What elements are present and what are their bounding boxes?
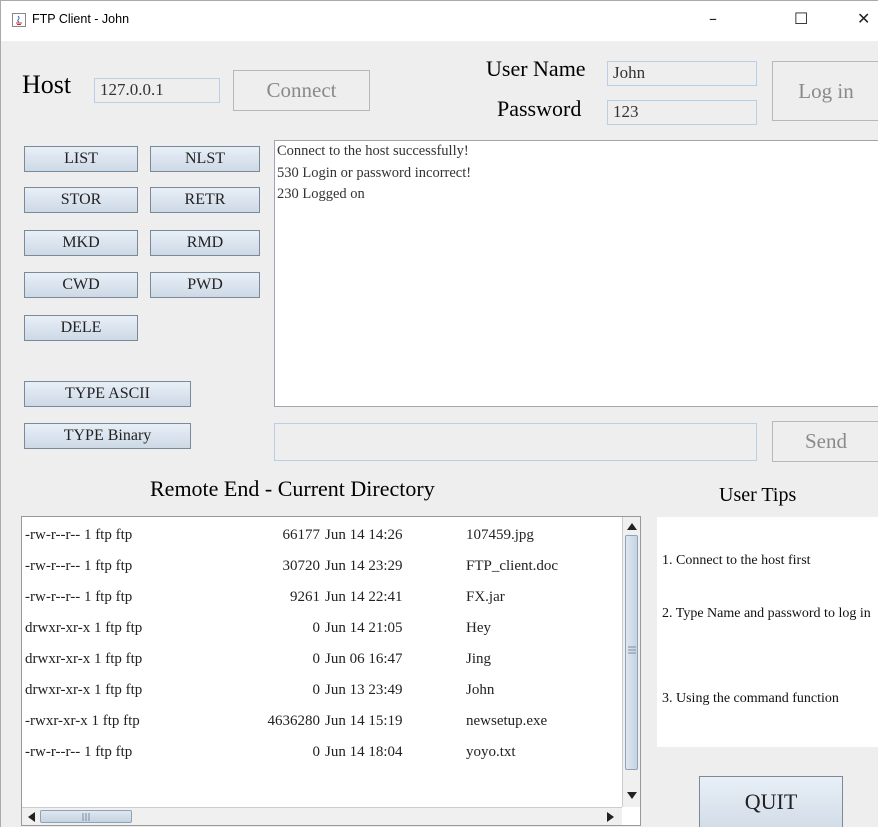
list-button[interactable]: LIST [24, 146, 138, 172]
vertical-scrollbar[interactable] [622, 517, 640, 807]
password-field[interactable]: 123 [607, 100, 757, 125]
file-permissions: -rw-r--r-- 1 ftp ftp [25, 744, 133, 760]
command-input[interactable] [274, 423, 757, 461]
file-permissions: -rw-r--r-- 1 ftp ftp [25, 589, 133, 605]
username-label: User Name [486, 56, 586, 81]
cwd-button[interactable]: CWD [24, 272, 138, 298]
file-date: Jun 14 14:26 [325, 527, 403, 543]
message-line: 530 Login or password incorrect! [277, 164, 472, 181]
remote-directory-title: Remote End - Current Directory [150, 476, 435, 501]
close-button[interactable]: ✕ [857, 9, 870, 28]
file-date: Jun 06 16:47 [325, 651, 403, 667]
window-title: FTP Client - John [32, 12, 130, 26]
file-size: 66177 [282, 527, 321, 543]
file-size: 30720 [282, 558, 321, 574]
file-name: Jing [466, 651, 492, 667]
scroll-up-arrow-icon[interactable] [626, 521, 638, 531]
file-size: 0 [312, 682, 321, 698]
file-size: 4636280 [267, 713, 321, 729]
file-name: 107459.jpg [466, 527, 534, 543]
file-name: yoyo.txt [466, 744, 516, 760]
file-date: Jun 14 18:04 [325, 744, 403, 760]
type-binary-button[interactable]: TYPE Binary [24, 423, 191, 449]
file-date: Jun 14 21:05 [325, 620, 403, 636]
title-bar: FTP Client - John – ☐ ✕ [1, 1, 878, 41]
scroll-right-arrow-icon[interactable] [606, 811, 616, 823]
file-name: John [466, 682, 495, 698]
user-tips-panel: 1. Connect to the host first 2. Type Nam… [657, 517, 878, 747]
file-permissions: -rw-r--r-- 1 ftp ftp [25, 527, 133, 543]
stor-button[interactable]: STOR [24, 187, 138, 213]
send-button[interactable]: Send [772, 421, 878, 462]
file-size: 0 [312, 744, 321, 760]
tip-item: 1. Connect to the host first [662, 553, 811, 568]
scroll-down-arrow-icon[interactable] [626, 791, 638, 801]
vertical-scroll-thumb[interactable] [625, 535, 638, 770]
grip-icon [628, 646, 636, 654]
file-size: 0 [312, 651, 321, 667]
quit-button[interactable]: QUIT [699, 776, 843, 827]
dele-button[interactable]: DELE [24, 315, 138, 341]
file-name: newsetup.exe [466, 713, 548, 729]
user-tips-title: User Tips [719, 484, 797, 506]
connect-button[interactable]: Connect [233, 70, 370, 111]
tip-item: 2. Type Name and password to log in [662, 606, 871, 621]
scroll-left-arrow-icon[interactable] [26, 811, 36, 823]
file-permissions: -rw-r--r-- 1 ftp ftp [25, 558, 133, 574]
file-date: Jun 14 15:19 [325, 713, 403, 729]
file-name: FTP_client.doc [466, 558, 559, 574]
file-date: Jun 14 23:29 [325, 558, 403, 574]
login-button[interactable]: Log in [772, 61, 878, 121]
tip-item: 3. Using the command function [662, 691, 839, 706]
host-label: Host [22, 70, 72, 99]
file-permissions: -rwxr-xr-x 1 ftp ftp [25, 713, 140, 729]
mkd-button[interactable]: MKD [24, 230, 138, 256]
username-field[interactable]: John [607, 61, 757, 86]
file-name: FX.jar [466, 589, 505, 605]
pwd-button[interactable]: PWD [150, 272, 260, 298]
grip-icon [82, 813, 90, 821]
password-label: Password [497, 96, 582, 121]
file-permissions: drwxr-xr-x 1 ftp ftp [25, 651, 143, 667]
horizontal-scroll-thumb[interactable] [40, 810, 132, 823]
file-permissions: drwxr-xr-x 1 ftp ftp [25, 682, 143, 698]
host-field[interactable]: 127.0.0.1 [94, 78, 220, 103]
rmd-button[interactable]: RMD [150, 230, 260, 256]
minimize-button[interactable]: – [709, 9, 717, 28]
remote-file-list[interactable]: -rw-r--r-- 1 ftp ftp 66177 Jun 14 14:26 … [21, 516, 641, 826]
retr-button[interactable]: RETR [150, 187, 260, 213]
message-log[interactable]: Connect to the host successfully! 530 Lo… [274, 140, 878, 407]
java-app-icon [12, 13, 26, 27]
file-permissions: drwxr-xr-x 1 ftp ftp [25, 620, 143, 636]
maximize-button[interactable]: ☐ [794, 9, 808, 28]
file-size: 0 [312, 620, 321, 636]
file-name: Hey [466, 620, 491, 636]
ftp-client-window: FTP Client - John – ☐ ✕ Host 127.0.0.1 C… [0, 0, 878, 827]
file-size: 9261 [290, 589, 320, 605]
file-date: Jun 14 22:41 [325, 589, 403, 605]
file-date: Jun 13 23:49 [325, 682, 403, 698]
message-line: 230 Logged on [277, 186, 365, 202]
horizontal-scrollbar[interactable] [22, 807, 622, 825]
message-line: Connect to the host successfully! [277, 143, 469, 159]
type-ascii-button[interactable]: TYPE ASCII [24, 381, 191, 407]
nlst-button[interactable]: NLST [150, 146, 260, 172]
